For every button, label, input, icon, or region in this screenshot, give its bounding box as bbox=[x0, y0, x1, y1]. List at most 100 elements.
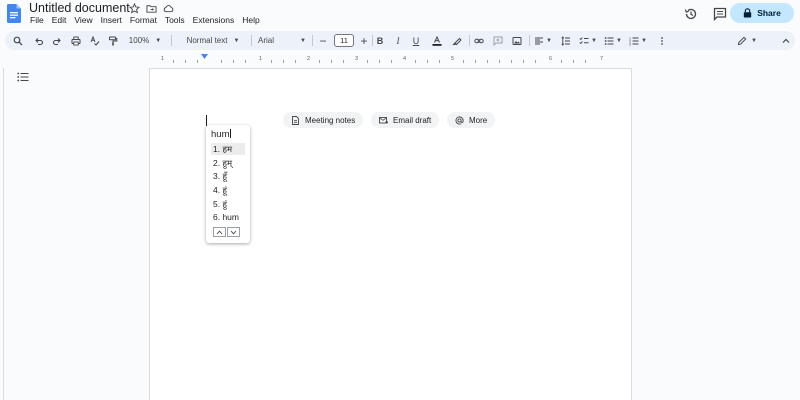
vertical-ruler[interactable] bbox=[0, 68, 4, 400]
ruler-mark: 5 bbox=[451, 56, 455, 62]
share-button[interactable]: Share bbox=[730, 3, 794, 23]
bulleted-list-icon bbox=[604, 36, 614, 45]
ruler-tick bbox=[271, 60, 272, 63]
toolbar: 100% ▼ Normal text ▼ Arial ▼ − 11 + B I … bbox=[5, 31, 795, 50]
font-dropdown[interactable]: Arial ▼ bbox=[255, 31, 309, 50]
text-color-icon bbox=[432, 35, 442, 46]
title-icons bbox=[129, 3, 174, 14]
print-button[interactable] bbox=[69, 31, 83, 50]
menu-view[interactable]: View bbox=[70, 15, 96, 25]
bulleted-list-dropdown[interactable]: ▼ bbox=[601, 31, 625, 50]
line-spacing-button[interactable] bbox=[559, 31, 573, 50]
title-bar: Untitled document File Edit View Insert … bbox=[0, 0, 800, 30]
insert-image-button[interactable] bbox=[510, 31, 524, 50]
ruler-tick bbox=[379, 60, 380, 63]
ime-previous-page-button[interactable] bbox=[213, 227, 226, 237]
paint-format-button[interactable] bbox=[106, 31, 120, 50]
decrease-font-size-button[interactable]: − bbox=[316, 31, 330, 50]
increase-font-size-button[interactable]: + bbox=[357, 31, 371, 50]
ime-candidate[interactable]: 1. हम bbox=[211, 143, 245, 155]
ruler-tick bbox=[535, 60, 536, 63]
meeting-notes-label: Meeting notes bbox=[305, 115, 356, 125]
document-outline-icon[interactable] bbox=[17, 72, 29, 82]
move-folder-icon[interactable] bbox=[146, 3, 157, 14]
caret-down-icon: ▼ bbox=[616, 37, 622, 44]
align-dropdown[interactable]: ▼ bbox=[532, 31, 554, 50]
more-options-button[interactable] bbox=[655, 31, 669, 50]
underline-button[interactable]: U bbox=[409, 31, 423, 50]
redo-button[interactable] bbox=[50, 31, 64, 50]
zoom-dropdown[interactable]: 100% ▼ bbox=[127, 31, 163, 50]
meeting-notes-chip[interactable]: Meeting notes bbox=[283, 112, 364, 128]
ime-candidate[interactable]: 3. हूँ bbox=[211, 170, 245, 182]
document-title[interactable]: Untitled document bbox=[29, 1, 130, 15]
highlight-color-button[interactable] bbox=[449, 31, 465, 50]
caret-down-icon: ▼ bbox=[546, 37, 552, 44]
ruler-tick bbox=[427, 60, 428, 63]
menu-extensions[interactable]: Extensions bbox=[189, 15, 239, 25]
horizontal-ruler[interactable]: 1 1 2 3 4 5 6 7 bbox=[149, 54, 632, 63]
ime-candidate[interactable]: 5. हुं bbox=[211, 198, 245, 210]
search-menus-button[interactable] bbox=[11, 31, 25, 50]
ruler-tick bbox=[367, 60, 368, 63]
image-icon bbox=[512, 36, 522, 45]
menu-tools[interactable]: Tools bbox=[161, 15, 189, 25]
menu-insert[interactable]: Insert bbox=[97, 15, 126, 25]
more-label: More bbox=[469, 115, 488, 125]
checklist-dropdown[interactable]: ▼ bbox=[576, 31, 600, 50]
add-comment-button[interactable] bbox=[491, 31, 505, 50]
ruler-mark: 1 bbox=[259, 56, 263, 62]
highlighter-icon bbox=[452, 37, 462, 45]
chevron-up-icon bbox=[216, 230, 223, 234]
ime-input-text[interactable]: hum bbox=[211, 129, 232, 140]
ime-next-page-button[interactable] bbox=[227, 227, 240, 237]
ime-candidate[interactable]: 2. हुम् bbox=[211, 157, 245, 169]
menu-edit[interactable]: Edit bbox=[48, 15, 71, 25]
menu-help[interactable]: Help bbox=[238, 15, 263, 25]
insert-link-button[interactable] bbox=[472, 31, 486, 50]
ime-caret bbox=[230, 129, 232, 138]
undo-button[interactable] bbox=[32, 31, 46, 50]
caret-down-icon: ▼ bbox=[233, 37, 240, 44]
menu-format[interactable]: Format bbox=[126, 15, 161, 25]
version-history-icon[interactable] bbox=[684, 7, 698, 21]
italic-button[interactable]: I bbox=[391, 31, 405, 50]
hide-menus-button[interactable] bbox=[779, 31, 793, 50]
svg-text:3: 3 bbox=[629, 42, 631, 46]
ruler-mark: 1 bbox=[161, 56, 165, 62]
menu-file[interactable]: File bbox=[29, 15, 48, 25]
toolbar-divider bbox=[469, 35, 470, 46]
caret-down-icon: ▼ bbox=[591, 37, 597, 44]
font-size-input[interactable]: 11 bbox=[334, 34, 354, 47]
ime-candidate[interactable]: 6. hum bbox=[211, 211, 245, 223]
email-draft-chip[interactable]: Email draft bbox=[371, 112, 440, 128]
ruler-tick bbox=[439, 60, 440, 63]
more-chip[interactable]: More bbox=[447, 112, 496, 128]
text-color-button[interactable] bbox=[429, 31, 445, 50]
docs-logo-icon[interactable] bbox=[7, 4, 21, 23]
ruler-tick bbox=[245, 60, 246, 63]
cloud-status-icon[interactable] bbox=[163, 3, 174, 14]
caret-down-icon: ▼ bbox=[641, 37, 647, 44]
caret-down-icon: ▼ bbox=[751, 37, 757, 44]
bold-button[interactable]: B bbox=[373, 31, 387, 50]
toolbar-divider bbox=[312, 35, 313, 46]
toolbar-divider bbox=[529, 35, 530, 46]
indent-marker-icon[interactable] bbox=[201, 54, 208, 60]
ruler-tick bbox=[573, 60, 574, 63]
editing-mode-dropdown[interactable]: ▼ bbox=[732, 31, 762, 50]
line-spacing-icon bbox=[561, 35, 570, 46]
numbered-list-icon: 123 bbox=[629, 36, 639, 46]
spelling-button[interactable] bbox=[88, 31, 102, 50]
toolbar-divider bbox=[171, 35, 172, 46]
star-icon[interactable] bbox=[129, 3, 140, 14]
paragraph-style-dropdown[interactable]: Normal text ▼ bbox=[177, 31, 249, 50]
comments-icon[interactable] bbox=[713, 7, 727, 21]
numbered-list-dropdown[interactable]: 123 ▼ bbox=[626, 31, 650, 50]
chevron-down-icon bbox=[230, 230, 237, 234]
ruler-tick bbox=[295, 60, 296, 63]
ruler-tick bbox=[331, 60, 332, 63]
more-vert-icon bbox=[661, 36, 663, 45]
ime-candidate[interactable]: 4. हूं bbox=[211, 184, 245, 196]
ruler-tick bbox=[499, 60, 500, 63]
